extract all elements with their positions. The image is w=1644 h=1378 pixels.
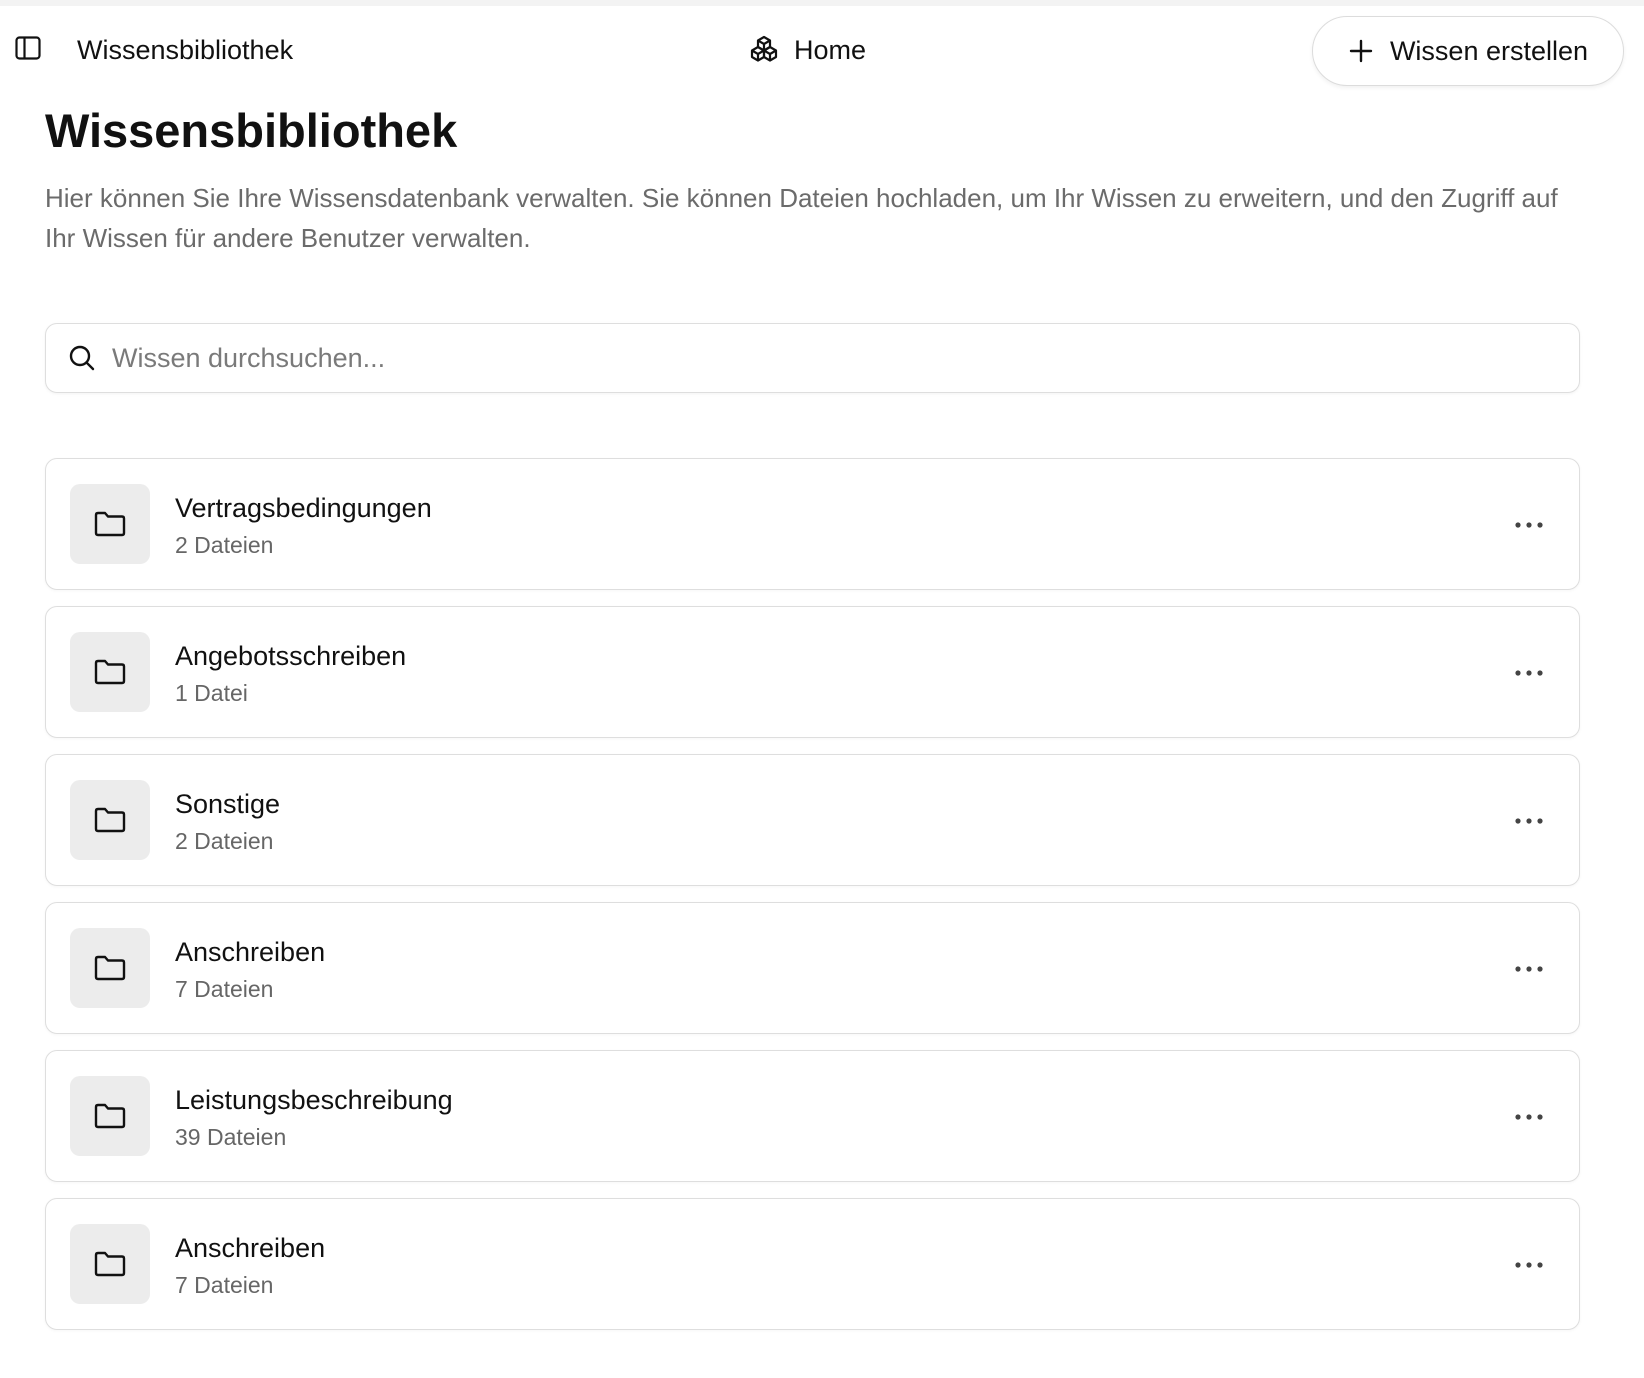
item-file-count: 7 Dateien xyxy=(175,1272,274,1298)
list-item[interactable]: Leistungsbeschreibung 39 Dateien xyxy=(45,1050,1580,1182)
folder-tile xyxy=(70,1076,150,1156)
folder-icon xyxy=(94,807,126,833)
more-horizontal-icon xyxy=(1515,1114,1543,1120)
item-name: Leistungsbeschreibung xyxy=(175,1085,453,1115)
more-options-button[interactable] xyxy=(1507,1245,1551,1285)
more-horizontal-icon xyxy=(1515,1262,1543,1268)
sidebar-toggle-button[interactable] xyxy=(12,32,44,64)
more-options-button[interactable] xyxy=(1507,801,1551,841)
sidebar-toggle-icon xyxy=(15,36,41,60)
more-options-button[interactable] xyxy=(1507,653,1551,693)
item-name: Vertragsbedingungen xyxy=(175,493,432,523)
home-link[interactable]: Home xyxy=(748,30,866,70)
more-options-button[interactable] xyxy=(1507,1097,1551,1137)
list-item[interactable]: Angebotsschreiben 1 Datei xyxy=(45,606,1580,738)
list-item[interactable]: Anschreiben 7 Dateien xyxy=(45,902,1580,1034)
folder-tile xyxy=(70,928,150,1008)
item-name: Anschreiben xyxy=(175,937,326,967)
item-name: Sonstige xyxy=(175,789,281,819)
item-file-count: 1 Datei xyxy=(175,680,248,706)
more-horizontal-icon xyxy=(1515,818,1543,824)
item-name: Angebotsschreiben xyxy=(175,641,407,671)
search-input[interactable] xyxy=(110,327,1579,389)
more-options-button[interactable] xyxy=(1507,505,1551,545)
folder-icon xyxy=(94,659,126,685)
search-icon xyxy=(66,342,98,374)
folder-tile xyxy=(70,484,150,564)
page-title: Wissensbibliothek xyxy=(45,104,458,157)
topbar-title: Wissensbibliothek xyxy=(77,35,294,65)
search-box xyxy=(45,323,1580,393)
page: Wissensbibliothek Home Wissen erstellen … xyxy=(0,0,1644,1378)
more-horizontal-icon xyxy=(1515,522,1543,528)
more-horizontal-icon xyxy=(1515,670,1543,676)
folder-icon xyxy=(94,511,126,537)
topbar: Wissensbibliothek Home Wissen erstellen xyxy=(0,6,1644,94)
create-knowledge-button[interactable]: Wissen erstellen xyxy=(1312,16,1624,86)
item-file-count: 7 Dateien xyxy=(175,976,274,1002)
list-item[interactable]: Vertragsbedingungen 2 Dateien xyxy=(45,458,1580,590)
folder-tile xyxy=(70,1224,150,1304)
folder-icon xyxy=(94,955,126,981)
folder-tile xyxy=(70,632,150,712)
folder-icon xyxy=(94,1103,126,1129)
item-file-count: 2 Dateien xyxy=(175,532,274,558)
item-file-count: 2 Dateien xyxy=(175,828,274,854)
more-options-button[interactable] xyxy=(1507,949,1551,989)
list-item[interactable]: Anschreiben 7 Dateien xyxy=(45,1198,1580,1330)
more-horizontal-icon xyxy=(1515,966,1543,972)
home-label: Home xyxy=(794,34,867,65)
plus-icon xyxy=(1349,39,1373,63)
item-file-count: 39 Dateien xyxy=(175,1124,287,1150)
knowledge-list: Vertragsbedingungen 2 Dateien Angebotssc… xyxy=(45,458,1580,1346)
page-description: Hier können Sie Ihre Wissensdatenbank ve… xyxy=(45,183,1558,253)
folder-icon xyxy=(94,1251,126,1277)
folder-tile xyxy=(70,780,150,860)
item-name: Anschreiben xyxy=(175,1233,326,1263)
create-knowledge-label: Wissen erstellen xyxy=(1389,35,1589,66)
cubes-icon xyxy=(750,35,778,62)
list-item[interactable]: Sonstige 2 Dateien xyxy=(45,754,1580,886)
